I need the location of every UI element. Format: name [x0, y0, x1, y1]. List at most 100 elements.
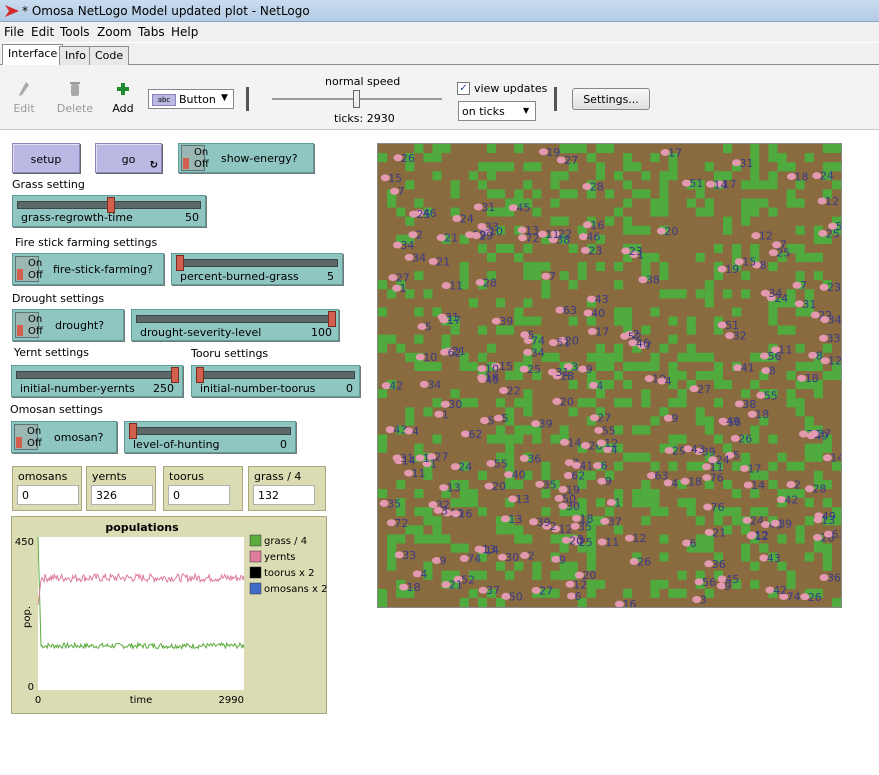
yernt-label: 34	[828, 314, 841, 327]
grass-patch	[623, 398, 633, 408]
drought-switch[interactable]: On Off drought?	[12, 309, 124, 341]
percent-burned-slider[interactable]: percent-burned-grass 5	[171, 253, 343, 285]
settings-button[interactable]: Settings...	[572, 88, 650, 110]
go-button[interactable]: go ↻	[95, 143, 162, 173]
grass-patch	[704, 207, 714, 217]
grass-patch	[614, 307, 624, 317]
widget-type-select[interactable]: abc Button ▼	[148, 89, 234, 109]
slider-track[interactable]	[16, 371, 178, 379]
yernt-label: 9	[586, 363, 593, 376]
grass-patch	[641, 489, 651, 499]
edit-button[interactable]: Edit	[10, 81, 38, 115]
grass-patch	[704, 280, 714, 290]
yernt-label: 27	[597, 412, 611, 425]
window-title: * Omosa NetLogo Model updated plot - Net…	[22, 4, 310, 18]
grass-patch	[605, 361, 615, 371]
yernt-label: 28	[812, 483, 826, 496]
yernt-label: 3	[441, 504, 448, 517]
x-axis-label: time	[130, 695, 153, 706]
initial-yernts-slider[interactable]: initial-number-yernts 250	[11, 365, 183, 397]
menu-zoom[interactable]: Zoom	[97, 25, 132, 39]
grass-patch	[650, 198, 660, 208]
grass-patch	[795, 398, 805, 408]
view-updates-checkbox[interactable]: ✓	[457, 82, 470, 95]
netlogo-logo-icon	[5, 5, 19, 17]
grass-patch	[641, 262, 651, 272]
grass-patch	[378, 597, 388, 607]
grass-patch	[378, 153, 388, 163]
grass-patch	[387, 552, 397, 562]
grass-patch	[414, 489, 424, 499]
add-button[interactable]: Add	[110, 81, 136, 115]
grass-patch	[750, 207, 760, 217]
update-mode-select[interactable]: on ticks ▼	[458, 101, 536, 121]
omosan-switch[interactable]: On Off omosan?	[11, 421, 117, 453]
grass-patch	[541, 289, 551, 299]
switch-on-label: On	[28, 314, 43, 325]
show-energy-switch[interactable]: On Off show-energy?	[178, 143, 314, 173]
grass-patch	[468, 361, 478, 371]
grass-patch	[795, 525, 805, 535]
grass-patch	[486, 189, 496, 199]
slider-track[interactable]	[176, 259, 338, 267]
grass-patch	[595, 498, 605, 508]
yernt-label: 32	[733, 330, 747, 343]
world-view[interactable]: 38 20 21 13 14 12 18 10 4 49 16 8 3 15 56 51 45 28 43 35 6 24…	[377, 143, 850, 611]
slider-handle[interactable]	[196, 367, 204, 383]
slider-handle[interactable]	[176, 255, 184, 271]
grass-patch	[659, 343, 669, 353]
menu-edit[interactable]: Edit	[31, 25, 54, 39]
slider-track[interactable]	[129, 427, 291, 435]
slider-track[interactable]	[196, 371, 355, 379]
initial-toorus-slider[interactable]: initial-number-toorus 0	[191, 365, 360, 397]
speed-slider-handle[interactable]	[353, 90, 360, 108]
yernt-label: 55	[602, 424, 616, 437]
grass-patch	[632, 361, 642, 371]
delete-button[interactable]: Delete	[56, 81, 94, 115]
tab-interface[interactable]: Interface	[2, 44, 64, 66]
grass-patch	[514, 189, 524, 199]
grass-patch	[595, 144, 605, 154]
yernt-label: 74	[787, 591, 801, 604]
grass-patch	[741, 289, 751, 299]
slider-handle[interactable]	[129, 423, 137, 439]
grass-patch	[614, 207, 624, 217]
slider-handle[interactable]	[328, 311, 336, 327]
grass-patch	[632, 162, 642, 172]
yernt-label: 18	[688, 475, 702, 488]
menu-tabs[interactable]: Tabs	[138, 25, 165, 39]
grass-patch	[550, 570, 560, 580]
grass-patch	[477, 470, 487, 480]
world-canvas[interactable]: 3820211314121810449168315565145284335624…	[378, 144, 850, 611]
tab-code[interactable]: Code	[89, 46, 130, 65]
grass-patch	[750, 352, 760, 362]
grass-patch	[559, 171, 569, 181]
drought-severity-slider[interactable]: drought-severity-level 100	[131, 309, 339, 341]
grass-patch	[378, 343, 388, 353]
menu-tools[interactable]: Tools	[60, 25, 90, 39]
grass-patch	[641, 452, 651, 462]
slider-track[interactable]	[136, 315, 334, 323]
tab-info[interactable]: Info	[59, 46, 92, 65]
yernt-label: 7	[549, 270, 556, 283]
grass-patch	[450, 180, 460, 190]
grass-patch	[468, 498, 478, 508]
menu-file[interactable]: File	[4, 25, 24, 39]
grass-patch	[568, 189, 578, 199]
grass-patch	[768, 171, 778, 181]
slider-handle[interactable]	[171, 367, 179, 383]
grass-patch	[423, 289, 433, 299]
grass-patch	[695, 416, 705, 426]
grass-patch	[414, 144, 424, 154]
yernt-label: 42	[773, 584, 787, 597]
grass-patch	[822, 552, 832, 562]
level-hunting-slider[interactable]: level-of-hunting 0	[124, 421, 296, 453]
yernt-label: 76	[711, 501, 725, 514]
setup-button[interactable]: setup	[12, 143, 80, 173]
grass-patch	[659, 552, 669, 562]
menu-help[interactable]: Help	[171, 25, 198, 39]
grass-patch	[586, 352, 596, 362]
monitor-label: yernts	[92, 470, 127, 483]
fire-stick-switch[interactable]: On Off fire-stick-farming?	[12, 253, 164, 285]
grass-regrowth-slider[interactable]: grass-regrowth-time 50	[12, 195, 206, 227]
